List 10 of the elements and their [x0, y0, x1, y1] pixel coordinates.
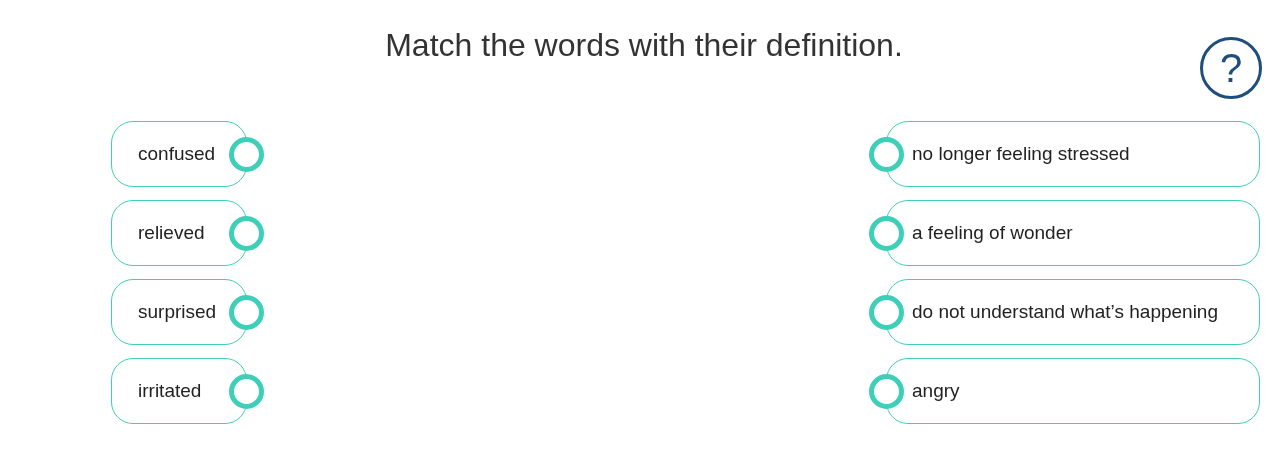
definition-card[interactable]: a feeling of wonder [886, 200, 1260, 266]
definition-card[interactable]: no longer feeling stressed [886, 121, 1260, 187]
word-card[interactable]: relieved [111, 200, 247, 266]
instruction-heading: Match the words with their definition. [385, 27, 903, 64]
definition-card[interactable]: do not understand what’s happening [886, 279, 1260, 345]
word-card[interactable]: irritated [111, 358, 247, 424]
definition-card[interactable]: angry [886, 358, 1260, 424]
word-card[interactable]: surprised [111, 279, 248, 345]
help-button[interactable]: ? [1200, 37, 1262, 99]
word-card[interactable]: confused [111, 121, 247, 187]
